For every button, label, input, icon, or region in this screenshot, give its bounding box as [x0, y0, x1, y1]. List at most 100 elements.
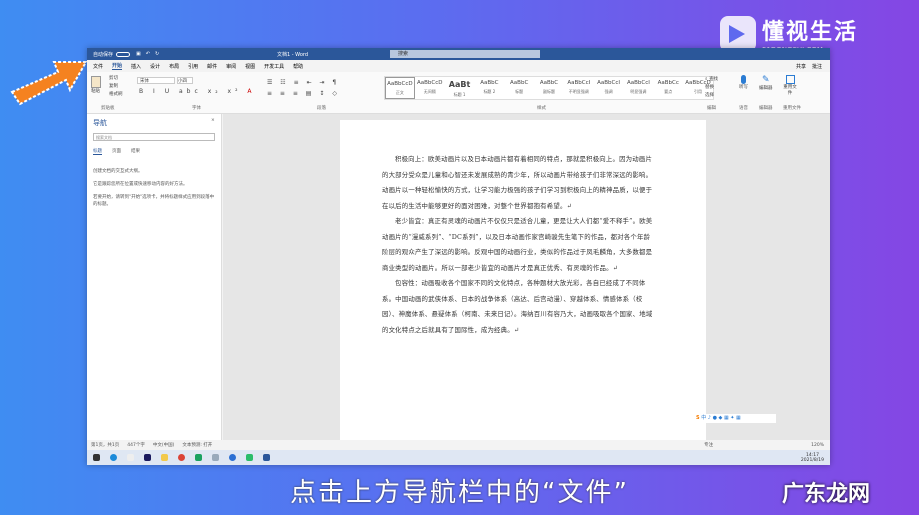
status-bar: 第1页，共1页 447个字 中文(中国) 文本预测: 打开 专注 120%	[87, 440, 830, 450]
document-area: 积极向上：欧美动画片以及日本动画片都有着相同的特点，那就是积极向上。因为动画片的…	[223, 114, 830, 450]
style-3[interactable]: AaBbC 标题 2	[474, 77, 504, 99]
premiere-icon[interactable]	[144, 454, 151, 461]
save-icon[interactable]: ▣	[136, 51, 141, 57]
style-2[interactable]: AaBt 标题 1	[445, 77, 475, 99]
styles-group-label: 样式	[537, 106, 546, 111]
tab-help[interactable]: 帮助	[293, 63, 303, 70]
nav-search-input[interactable]: 搜索文档	[93, 133, 215, 141]
style-6[interactable]: AaBbCcI 不明显强调	[564, 77, 594, 99]
tab-review[interactable]: 审阅	[226, 63, 236, 70]
redo-icon[interactable]: ↻	[155, 51, 159, 57]
tab-mailings[interactable]: 邮件	[207, 63, 217, 70]
cut-button[interactable]: 剪切	[109, 75, 123, 83]
format-painter-button[interactable]: 格式刷	[109, 91, 123, 99]
search-box[interactable]: 搜索	[390, 50, 540, 58]
word-count[interactable]: 447个字	[127, 442, 145, 448]
document-paragraph: 积极向上：欧美动画片以及日本动画片都有着相同的特点，那就是积极向上。因为动画片的…	[382, 155, 653, 210]
style-7[interactable]: AaBbCcI 强调	[594, 77, 624, 99]
style-0[interactable]: AaBbCcD 正文	[385, 77, 415, 99]
nav-tab-pages[interactable]: 页面	[112, 148, 121, 155]
font-size-select[interactable]: 小四	[177, 77, 193, 84]
nav-close-icon[interactable]: ×	[211, 118, 215, 123]
style-name: 不明显强调	[568, 89, 589, 94]
style-sample: AaBbCcD	[387, 81, 413, 87]
nav-hint: 它是跟踪您所在位置或快速移动内容的好方法。	[93, 182, 188, 187]
share-button[interactable]: 共享	[796, 63, 806, 70]
tab-developer[interactable]: 开发工具	[264, 63, 284, 70]
ime-toolbar[interactable]: S 中 ♪ ● ◆ ▦ ✦ ▦	[696, 414, 776, 423]
style-name: 正文	[395, 90, 404, 95]
app-icon[interactable]	[229, 454, 236, 461]
style-sample: AaBbCcD	[416, 80, 443, 86]
style-name: 标题	[515, 89, 524, 94]
autosave-toggle[interactable]	[116, 51, 131, 57]
windows-start-icon[interactable]	[93, 454, 100, 461]
select-button[interactable]: 选择	[705, 92, 718, 100]
style-1[interactable]: AaBbCcD 无间隔	[415, 77, 445, 99]
editing-group-label: 编辑	[707, 106, 716, 111]
language[interactable]: 中文(中国)	[153, 442, 175, 448]
word-window: 自动保存 ▣ ↶ ↻ 文档1 - Word 搜索 文件 开始 插入 设计 布局 …	[87, 48, 830, 465]
nav-hint: 若要开始，请转到"开始"选项卡，并将标题样式应用到段落中的标题。	[93, 195, 215, 207]
copy-button[interactable]: 复制	[109, 83, 123, 91]
app-icon[interactable]	[212, 454, 219, 461]
style-9[interactable]: AaBbCc 要点	[653, 77, 683, 99]
edge-icon[interactable]	[110, 454, 117, 461]
editor-button[interactable]: ✎ 编辑器	[759, 75, 773, 91]
editor-group-label: 编辑器	[759, 106, 773, 111]
style-sample: AaBbCcI	[567, 80, 591, 86]
replace-button[interactable]: 替换	[705, 84, 718, 92]
navigation-pane: 导航 × 搜索文档 标题 页面 结果 创建文档的交互式大纲。 它是跟踪您所在位置…	[87, 114, 222, 440]
style-name: 无间隔	[423, 89, 436, 94]
reuse-group-label: 重用文件	[783, 106, 801, 111]
document-paragraph: 老少皆宜：真正有灵魂的动画片不仅仅只是适合儿童，更是让大人们都“爱不释手”。欧美…	[382, 217, 653, 272]
tab-references[interactable]: 引用	[188, 63, 198, 70]
style-8[interactable]: AaBbCcI 明显强调	[624, 77, 654, 99]
style-sample: AaBbC	[510, 80, 529, 86]
nav-hint: 创建文档的交互式大纲。	[93, 169, 143, 174]
clock-date[interactable]: 2021/8/19	[801, 458, 824, 463]
zoom-level[interactable]: 120%	[811, 443, 824, 448]
reuse-files-button[interactable]: 重用文件	[783, 75, 797, 96]
font-name-select[interactable]: 宋体	[137, 77, 175, 84]
undo-icon[interactable]: ↶	[146, 51, 150, 57]
app-icon[interactable]	[127, 454, 134, 461]
tab-layout[interactable]: 布局	[169, 63, 179, 70]
chrome-icon[interactable]	[178, 454, 185, 461]
sogou-icon: S	[696, 415, 700, 421]
corner-watermark: 广东龙网	[782, 482, 871, 507]
word-icon[interactable]	[263, 454, 270, 461]
editor-pen-icon: ✎	[761, 75, 770, 85]
taskbar: 14:17 2021/8/19	[87, 450, 830, 465]
tab-home[interactable]: 开始	[112, 62, 123, 70]
nav-tab-results[interactable]: 结果	[131, 148, 140, 155]
orange-arrow-pointer	[10, 61, 88, 106]
voice-group-label: 语音	[739, 106, 748, 111]
style-name: 标题 2	[483, 89, 496, 94]
style-name: 要点	[664, 89, 673, 94]
find-button[interactable]: ⌕ 查找	[705, 76, 718, 84]
style-5[interactable]: AaBbC 副标题	[534, 77, 564, 99]
app-icon[interactable]	[195, 454, 202, 461]
tab-insert[interactable]: 插入	[131, 63, 141, 70]
paragraph-buttons[interactable]: ☰ ☷ ≡ ⇤ ⇥ ¶ ≡ ≡ ≡ ▤ ↕ ◇	[267, 77, 340, 99]
tab-file[interactable]: 文件	[93, 63, 103, 70]
tab-design[interactable]: 设计	[150, 63, 160, 70]
focus-button[interactable]: 专注	[704, 442, 713, 448]
file-explorer-icon[interactable]	[161, 454, 168, 461]
microphone-icon	[741, 75, 746, 84]
nav-tab-headings[interactable]: 标题	[93, 148, 102, 155]
paste-button[interactable]: 粘贴	[91, 76, 101, 94]
font-format-buttons[interactable]: B I U abc x₂ x² A	[139, 88, 256, 95]
clipboard-icon	[91, 76, 101, 88]
video-player-icon[interactable]	[246, 454, 253, 461]
style-name: 标题 1	[453, 92, 466, 97]
comments-button[interactable]: 批注	[812, 63, 822, 70]
dictate-button[interactable]: 听写	[739, 75, 748, 90]
document-page[interactable]: 积极向上：欧美动画片以及日本动画片都有着相同的特点，那就是积极向上。因为动画片的…	[340, 120, 706, 450]
style-name: 强调	[604, 89, 613, 94]
text-prediction[interactable]: 文本预测: 打开	[182, 442, 212, 448]
tab-view[interactable]: 视图	[245, 63, 255, 70]
brand-name: 懂视生活	[762, 20, 859, 45]
style-4[interactable]: AaBbC 标题	[504, 77, 534, 99]
